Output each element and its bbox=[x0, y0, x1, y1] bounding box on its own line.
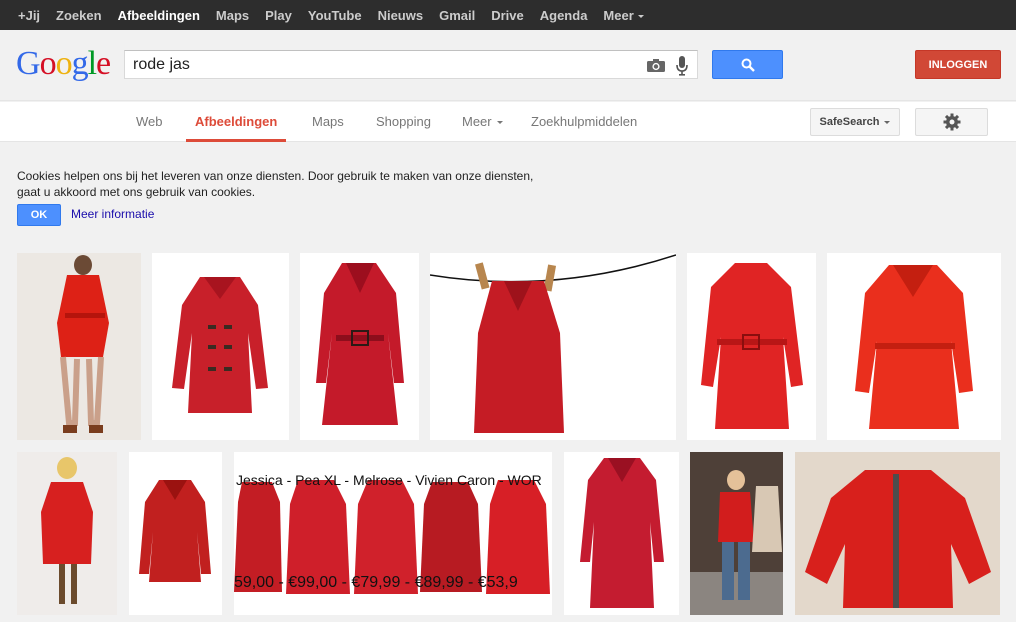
image-orange-red-trench-coat bbox=[855, 265, 973, 429]
cookie-text: Cookies helpen ons bij het leveren van o… bbox=[17, 169, 534, 199]
image-red-double-breasted-coat bbox=[580, 458, 664, 608]
chevron-down-icon bbox=[637, 14, 644, 18]
image-red-trench-coat bbox=[316, 263, 404, 425]
image-result[interactable] bbox=[300, 253, 419, 440]
tab-meer[interactable]: Meer bbox=[462, 102, 503, 142]
image-result[interactable] bbox=[687, 253, 816, 440]
topbar-item-maps[interactable]: Maps bbox=[216, 8, 249, 23]
topbar-item-agenda[interactable]: Agenda bbox=[540, 8, 588, 23]
image-red-duffle-coat bbox=[172, 277, 268, 413]
image-red-fleece-jacket bbox=[795, 452, 1000, 615]
topbar-item-drive[interactable]: Drive bbox=[491, 8, 524, 23]
image-blonde-woman-red-coat bbox=[17, 452, 117, 615]
image-result[interactable]: Jessica - Pea XL - Melrose - Vivien Caro… bbox=[234, 452, 552, 615]
image-result[interactable] bbox=[564, 452, 679, 615]
top-navigation-bar: +Jij Zoeken Afbeeldingen Maps Play YouTu… bbox=[0, 0, 1016, 30]
camera-icon[interactable] bbox=[647, 59, 665, 72]
search-input[interactable] bbox=[133, 55, 633, 75]
settings-button[interactable] bbox=[915, 108, 988, 136]
cookie-ok-button[interactable]: OK bbox=[17, 204, 61, 226]
search-header: Google INLOGGEN bbox=[0, 30, 1016, 101]
topbar-item-afbeeldingen[interactable]: Afbeeldingen bbox=[118, 8, 200, 23]
image-result[interactable] bbox=[129, 452, 222, 615]
search-box bbox=[124, 50, 698, 79]
image-result[interactable] bbox=[690, 452, 783, 615]
login-button[interactable]: INLOGGEN bbox=[915, 50, 1001, 79]
tab-maps[interactable]: Maps bbox=[312, 102, 344, 142]
cookie-notice: Cookies helpen ons bij het leveren van o… bbox=[0, 143, 560, 235]
image-result[interactable] bbox=[795, 452, 1000, 615]
image-result[interactable] bbox=[17, 253, 141, 440]
image-red-belted-coat bbox=[701, 263, 803, 429]
tab-web[interactable]: Web bbox=[136, 102, 163, 142]
chevron-down-icon bbox=[496, 121, 503, 125]
image-result[interactable] bbox=[152, 253, 289, 440]
tab-zoekhulpmiddelen[interactable]: Zoekhulpmiddelen bbox=[531, 102, 637, 142]
collage-top-text: Jessica - Pea XL - Melrose - Vivien Caro… bbox=[236, 472, 542, 488]
search-type-tabs: Web Afbeeldingen Maps Shopping Meer Zoek… bbox=[0, 102, 1016, 142]
more-info-link[interactable]: Meer informatie bbox=[71, 207, 154, 221]
topbar-item-gmail[interactable]: Gmail bbox=[439, 8, 475, 23]
search-button[interactable] bbox=[712, 50, 783, 79]
image-result[interactable] bbox=[17, 452, 117, 615]
topbar-item-zoeken[interactable]: Zoeken bbox=[56, 8, 102, 23]
image-red-peacoat bbox=[139, 480, 211, 582]
topbar-item-play[interactable]: Play bbox=[265, 8, 292, 23]
tab-afbeeldingen[interactable]: Afbeeldingen bbox=[186, 102, 287, 142]
image-street-photo-red-jacket bbox=[690, 452, 783, 615]
image-result[interactable] bbox=[430, 253, 676, 440]
topbar-item-plus-jij[interactable]: +Jij bbox=[18, 8, 40, 23]
safesearch-label: SafeSearch bbox=[819, 116, 880, 128]
image-result[interactable] bbox=[827, 253, 1001, 440]
tab-shopping[interactable]: Shopping bbox=[376, 102, 431, 142]
microphone-icon[interactable] bbox=[676, 56, 688, 76]
topbar-item-youtube[interactable]: YouTube bbox=[308, 8, 362, 23]
search-icon bbox=[741, 58, 755, 72]
safesearch-dropdown[interactable]: SafeSearch bbox=[810, 108, 900, 136]
google-logo[interactable]: Google bbox=[16, 46, 111, 82]
topbar-item-nieuws[interactable]: Nieuws bbox=[378, 8, 424, 23]
topbar-item-meer[interactable]: Meer bbox=[603, 7, 644, 23]
topbar-meer-label: Meer bbox=[603, 7, 634, 23]
chevron-down-icon bbox=[884, 120, 891, 124]
image-red-coat-on-line bbox=[430, 254, 676, 433]
image-woman-red-coat bbox=[17, 253, 141, 440]
collage-bottom-text: 59,00 - €99,00 - €79,99 - €89,99 - €53,9 bbox=[234, 574, 518, 591]
gear-icon bbox=[943, 113, 960, 131]
tab-meer-label: Meer bbox=[462, 114, 492, 129]
